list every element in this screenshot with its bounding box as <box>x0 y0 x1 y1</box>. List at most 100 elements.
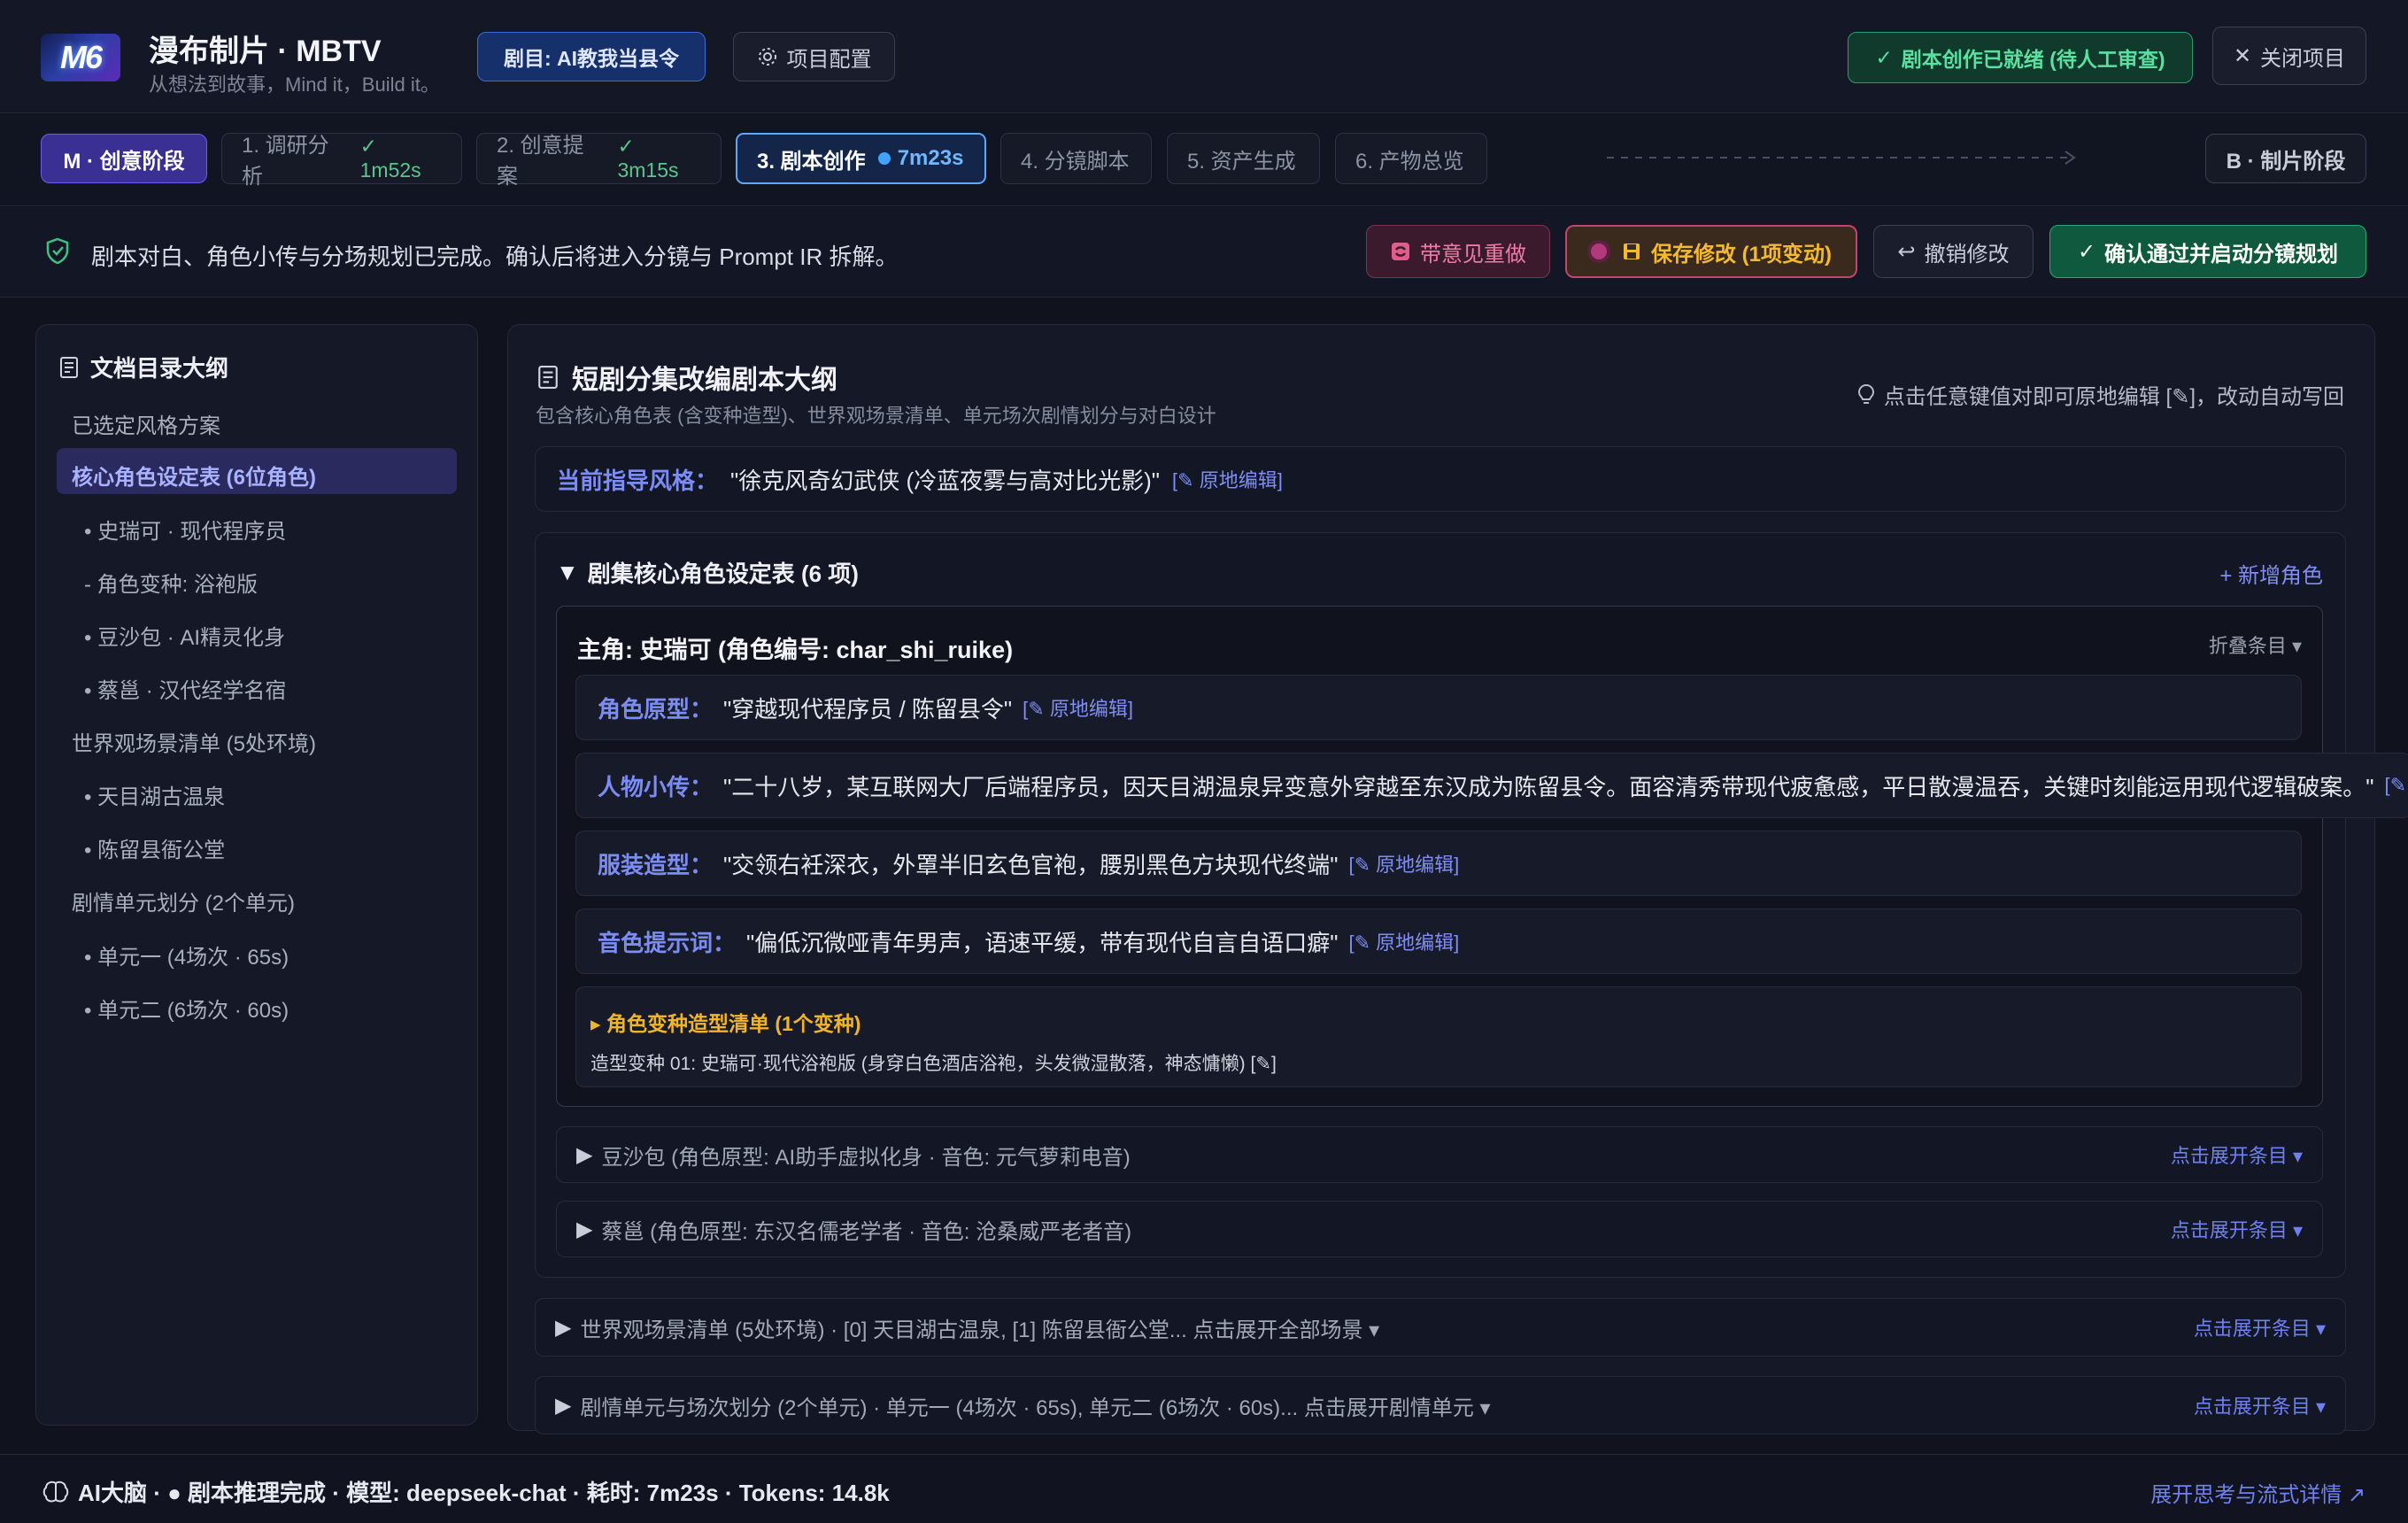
field-label: 角色原型： <box>598 695 714 723</box>
project-badge[interactable]: 剧目: AI教我当县令 <box>477 32 706 81</box>
expand-item-button[interactable]: 点击展开条目 ▾ <box>2194 1391 2326 1419</box>
app-title: 漫布制片 · MBTV <box>149 35 382 68</box>
outline-item-unit[interactable]: • 单元二 (6场次 · 60s) <box>84 993 289 1024</box>
m-stage-label: M · 创意阶段 <box>63 149 185 174</box>
close-project-button[interactable]: ✕ 关闭项目 <box>2212 27 2366 85</box>
field-value[interactable]: "二十八岁，某互联网大厂后端程序员，因天目湖温泉异变意外穿越至东汉成为陈留县令。… <box>723 769 2373 802</box>
step-label: 3. 剧本创作 <box>757 149 866 174</box>
style-value[interactable]: "徐克风奇幻武侠 (冷蓝夜雾与高对比光影)" <box>730 463 1160 496</box>
triangle-right-icon: ▶ <box>555 1393 572 1418</box>
step-overview[interactable]: 6. 产物总览 <box>1335 133 1487 184</box>
field-label: 音色提示词： <box>598 929 737 956</box>
inline-edit-link[interactable]: [✎ 原地编辑] <box>1348 849 1459 877</box>
style-row[interactable]: 当前指导风格： "徐克风奇幻武侠 (冷蓝夜雾与高对比光影)" [✎ 原地编辑] <box>535 446 2346 512</box>
outline-item-units[interactable]: 剧情单元划分 (2个单元) <box>72 885 295 916</box>
step-time: ✓ 3m15s <box>617 135 679 182</box>
save-changes-button[interactable]: 保存修改 (1项变动) <box>1565 225 1857 278</box>
step-assets[interactable]: 5. 资产生成 <box>1167 133 1320 184</box>
role-summary: 豆沙包 (角色原型: AI助手虚拟化身 · 音色: 元气萝莉电音) <box>601 1145 1131 1170</box>
expand-details-link[interactable]: 展开思考与流式详情 ↗ <box>2150 1477 2366 1508</box>
step-label: 4. 分镜脚本 <box>1021 149 1130 174</box>
field-label: 人物小传： <box>598 773 714 800</box>
expand-item-button[interactable]: 点击展开条目 ▾ <box>2194 1313 2326 1341</box>
undo-changes-button[interactable]: ↩ 撤销修改 <box>1873 225 2034 278</box>
outline-item-roles[interactable]: 核心角色设定表 (6位角色) <box>72 460 316 491</box>
b-stage-badge[interactable]: B · 制片阶段 <box>2205 134 2366 183</box>
scenes-summary: 世界观场景清单 (5处环境) · [0] 天目湖古温泉, [1] 陈留县衙公堂.… <box>580 1318 1380 1342</box>
role-row-collapsed[interactable]: ▶ 豆沙包 (角色原型: AI助手虚拟化身 · 音色: 元气萝莉电音) 点击展开… <box>556 1126 2323 1183</box>
app-subtitle: 从想法到故事，Mind it，Build it。 <box>149 73 440 96</box>
outline-item-role[interactable]: • 蔡邕 · 汉代经学名宿 <box>84 673 286 704</box>
inline-edit-link[interactable]: [✎ 原地编辑] <box>1172 465 1283 493</box>
status-badge: ✓ 剧本创作已就绪 (待人工审查) <box>1848 32 2193 83</box>
expand-item-button[interactable]: 点击展开条目 ▾ <box>2171 1215 2303 1243</box>
shield-icon <box>46 237 69 264</box>
lightbulb-icon <box>1857 383 1875 406</box>
outline-item-variant[interactable]: - 角色变种: 浴袍版 <box>84 567 258 598</box>
inline-edit-link[interactable]: [✎ 原地编辑] <box>1348 927 1459 955</box>
add-role-button[interactable]: + 新增角色 <box>2219 558 2323 589</box>
triangle-down-icon: ▼ <box>556 559 579 585</box>
triangle-right-icon: ▶ <box>576 1142 593 1167</box>
undo-label: 撤销修改 <box>1924 242 2010 267</box>
redo-icon <box>1390 241 1411 262</box>
step-research[interactable]: 1. 调研分析 ✓ 1m52s <box>221 133 462 189</box>
role-row-collapsed[interactable]: ▶ 蔡邕 (角色原型: 东汉名儒老学者 · 音色: 沧桑威严老者音) 点击展开条… <box>556 1201 2323 1257</box>
field-value[interactable]: "偏低沉微哑青年男声，语速平缓，带有现代自言自语口癖" <box>746 925 1338 958</box>
variant-line[interactable]: 造型变种 01: 史瑞可·现代浴袍版 (身穿白色酒店浴袍，头发微湿散落，神态慵懒… <box>590 1049 1277 1076</box>
m-stage-badge[interactable]: M · 创意阶段 <box>41 134 207 183</box>
triangle-right-icon: ▶ <box>576 1217 593 1241</box>
notice-text: 剧本对白、角色小传与分场规划已完成。确认后将进入分镜与 Prompt IR 拆解… <box>91 244 899 270</box>
document-description: 包含核心角色表 (含变种造型)、世界观场景清单、单元场次剧情划分与对白设计 <box>536 405 1216 427</box>
outline-item-style[interactable]: 已选定风格方案 <box>72 408 220 439</box>
app-logo: M6 <box>41 34 120 81</box>
roles-section-header[interactable]: ▼ 剧集核心角色设定表 (6 项) <box>556 556 859 589</box>
step-label: 1. 调研分析 <box>242 134 329 189</box>
variants-box: ▸ 角色变种造型清单 (1个变种) 造型变种 01: 史瑞可·现代浴袍版 (身穿… <box>575 986 2302 1087</box>
outline-item-scene[interactable]: • 陈留县衙公堂 <box>84 832 225 863</box>
field-biography[interactable]: 人物小传： "二十八岁，某互联网大厂后端程序员，因天目湖温泉异变意外穿越至东汉成… <box>575 753 2408 818</box>
step-storyboard[interactable]: 4. 分镜脚本 <box>1000 133 1152 184</box>
confirm-and-start-button[interactable]: ✓ 确认通过并启动分镜规划 <box>2049 225 2366 278</box>
document-icon <box>58 356 80 379</box>
field-value[interactable]: "交领右衽深衣，外罩半旧玄色官袍，腰别黑色方块现代终端" <box>723 847 1338 880</box>
step-time: 7m23s <box>897 146 964 170</box>
ai-status: AI大脑 · ● 剧本推理完成 · 模型: deepseek-chat · 耗时… <box>42 1475 890 1508</box>
outline-title: 文档目录大纲 <box>58 351 228 383</box>
confirm-label: 确认通过并启动分镜规划 <box>2104 242 2339 267</box>
gear-icon <box>757 46 778 67</box>
brain-icon <box>42 1480 69 1504</box>
outline-item-scene[interactable]: • 天目湖古温泉 <box>84 779 225 810</box>
close-project-label: 关闭项目 <box>2260 46 2346 71</box>
document-title: 短剧分集改编剧本大纲 <box>536 358 837 397</box>
step-label: 2. 创意提案 <box>497 134 584 189</box>
status-badge-label: 剧本创作已就绪 (待人工审查) <box>1901 48 2165 71</box>
units-row[interactable]: ▶ 剧情单元与场次划分 (2个单元) · 单元一 (4场次 · 65s), 单元… <box>535 1376 2346 1434</box>
expand-item-button[interactable]: 点击展开条目 ▾ <box>2171 1140 2303 1169</box>
save-label: 保存修改 (1项变动) <box>1651 242 1832 267</box>
scenes-row[interactable]: ▶ 世界观场景清单 (5处环境) · [0] 天目湖古温泉, [1] 陈留县衙公… <box>535 1298 2346 1357</box>
project-config-button[interactable]: 项目配置 <box>733 32 895 81</box>
outline-item-scenes[interactable]: 世界观场景清单 (5处环境) <box>72 726 316 757</box>
stage-arrow-icon <box>1607 149 2085 166</box>
field-costume[interactable]: 服装造型： "交领右衽深衣，外罩半旧玄色官袍，腰别黑色方块现代终端" [✎ 原地… <box>575 831 2302 896</box>
collapse-item-button[interactable]: 折叠条目 ▾ <box>2209 630 2302 659</box>
inline-edit-link[interactable]: [✎ 原地编辑] <box>1023 693 1133 722</box>
outline-item-role[interactable]: • 豆沙包 · AI精灵化身 <box>84 620 285 651</box>
variants-title[interactable]: ▸ 角色变种造型清单 (1个变种) <box>590 1007 861 1037</box>
field-voice[interactable]: 音色提示词： "偏低沉微哑青年男声，语速平缓，带有现代自言自语口癖" [✎ 原地… <box>575 908 2302 974</box>
inline-edit-link[interactable]: [✎ <box>2384 774 2406 797</box>
outline-item-role[interactable]: • 史瑞可 · 现代程序员 <box>84 514 286 545</box>
outline-item-unit[interactable]: • 单元一 (4场次 · 65s) <box>84 939 289 970</box>
b-stage-label: B · 制片阶段 <box>2226 149 2346 174</box>
project-badge-label: 剧目: AI教我当县令 <box>503 47 680 70</box>
pulse-dot-icon <box>1591 244 1607 259</box>
step-label: 6. 产物总览 <box>1355 149 1464 174</box>
project-config-label: 项目配置 <box>786 47 872 72</box>
field-value[interactable]: "穿越现代程序员 / 陈留县令" <box>723 692 1012 724</box>
undo-icon: ↩ <box>1897 239 1916 264</box>
step-proposal[interactable]: 2. 创意提案 ✓ 3m15s <box>476 133 722 189</box>
field-archetype[interactable]: 角色原型： "穿越现代程序员 / 陈留县令" [✎ 原地编辑] <box>575 675 2302 740</box>
redo-with-feedback-button[interactable]: 带意见重做 <box>1366 225 1550 278</box>
step-script[interactable]: 3. 剧本创作 7m23s <box>736 133 986 184</box>
